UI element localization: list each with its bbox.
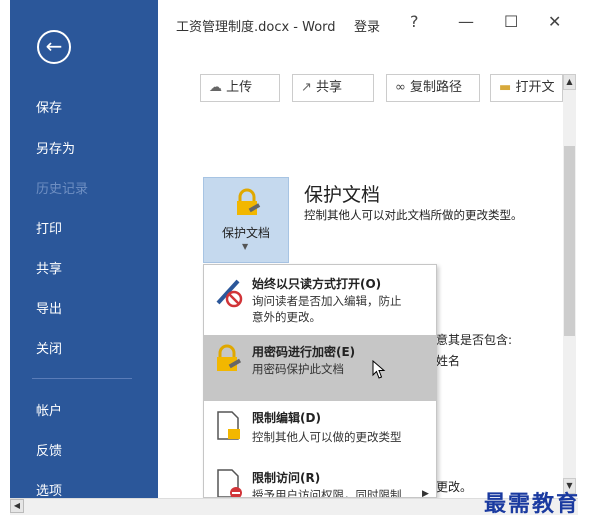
protect-document-description: 控制其他人可以对此文档所做的更改类型。 <box>304 208 523 222</box>
sidebar-item-account[interactable]: 帐户 <box>36 400 62 419</box>
scroll-up-arrow-icon[interactable]: ▲ <box>563 74 576 90</box>
sidebar-item-options[interactable]: 选项 <box>36 480 62 499</box>
close-button[interactable]: ✕ <box>548 12 561 31</box>
maximize-button[interactable]: ☐ <box>504 12 518 31</box>
sidebar-item-save-as[interactable]: 另存为 <box>36 138 75 157</box>
scroll-left-arrow-icon[interactable]: ◀ <box>10 499 24 513</box>
submenu-arrow-icon: ▶ <box>422 489 429 498</box>
sidebar-item-feedback[interactable]: 反馈 <box>36 440 62 459</box>
menu-item-desc: 控制其他人可以做的更改类型 <box>252 430 402 444</box>
mouse-cursor-icon <box>372 360 386 379</box>
menu-item-desc: 授予用户访问权限，同时限制 <box>252 488 402 498</box>
chevron-down-icon: ▼ <box>242 242 249 251</box>
menu-item-restrict-access[interactable]: 限制访问(R) 授予用户访问权限，同时限制 ▶ <box>204 461 436 498</box>
upload-button[interactable]: ☁ 上传 <box>200 74 280 102</box>
document-block-icon <box>217 469 242 497</box>
menu-item-desc: 询问读者是否加入编辑，防止 <box>252 294 402 308</box>
menu-item-encrypt-with-password[interactable]: 用密码进行加密(E) 用密码保护此文档 <box>204 335 436 401</box>
sidebar-divider <box>32 378 132 379</box>
document-lock-icon <box>217 411 240 440</box>
minimize-button[interactable]: — <box>458 12 474 31</box>
menu-item-restrict-editing[interactable]: 限制编辑(D) 控制其他人可以做的更改类型 <box>204 403 436 455</box>
share-icon: ↗ <box>301 80 312 95</box>
protect-document-button[interactable]: 保护文档 ▼ <box>203 177 289 263</box>
window-title: 工资管理制度.docx - Word <box>176 20 336 35</box>
menu-item-title: 用密码进行加密(E) <box>252 345 356 359</box>
scrollbar-thumb[interactable] <box>564 146 575 336</box>
copy-path-button[interactable]: ∞ 复制路径 <box>386 74 480 102</box>
menu-item-title: 限制访问(R) <box>252 471 321 485</box>
menu-item-always-read-only[interactable]: 始终以只读方式打开(O) 询问读者是否加入编辑，防止 意外的更改。 <box>204 265 436 333</box>
protect-document-tile-label: 保护文档 <box>221 226 270 240</box>
share-button[interactable]: ↗ 共享 <box>292 74 374 102</box>
login-link[interactable]: 登录 <box>354 16 380 35</box>
sidebar-item-close[interactable]: 关闭 <box>36 338 62 357</box>
help-button[interactable]: ? <box>410 12 419 31</box>
lock-key-icon <box>217 344 242 371</box>
upload-label: 上传 <box>226 80 253 95</box>
link-icon: ∞ <box>395 80 406 95</box>
menu-item-desc: 用密码保护此文档 <box>252 362 344 376</box>
protect-document-menu: 始终以只读方式打开(O) 询问读者是否加入编辑，防止 意外的更改。 用密码进行加… <box>203 264 437 498</box>
sidebar-item-export[interactable]: 导出 <box>36 298 62 317</box>
background-text-1: 意其是否包含: <box>436 333 513 347</box>
folder-icon: ▬ <box>499 80 512 95</box>
sidebar-item-save[interactable]: 保存 <box>36 97 62 116</box>
protect-document-heading: 保护文档 <box>304 184 381 206</box>
open-location-button[interactable]: ▬ 打开文 <box>490 74 563 102</box>
menu-item-desc: 意外的更改。 <box>252 310 321 324</box>
backstage-sidebar <box>10 0 158 498</box>
watermark-text: 最需教育 <box>484 491 581 517</box>
word-backstage-window: ← 保存 另存为 历史记录 打印 共享 导出 关闭 帐户 反馈 选项 工资管理制… <box>0 0 604 531</box>
copy-path-label: 复制路径 <box>409 80 462 95</box>
lock-icon <box>237 188 261 215</box>
menu-item-title: 始终以只读方式打开(O) <box>252 277 382 291</box>
background-text-2: 姓名 <box>436 354 461 368</box>
back-arrow-icon[interactable]: ← <box>37 30 71 64</box>
share-label: 共享 <box>316 80 343 95</box>
menu-item-title: 限制编辑(D) <box>252 411 321 425</box>
sidebar-item-print[interactable]: 打印 <box>36 218 62 237</box>
upload-icon: ☁ <box>209 80 222 95</box>
sidebar-item-history: 历史记录 <box>36 182 89 197</box>
open-location-label: 打开文 <box>515 80 555 95</box>
sidebar-item-share[interactable]: 共享 <box>36 258 62 277</box>
background-text-3: 更改。 <box>436 480 473 494</box>
pencil-no-edit-icon <box>216 279 243 308</box>
